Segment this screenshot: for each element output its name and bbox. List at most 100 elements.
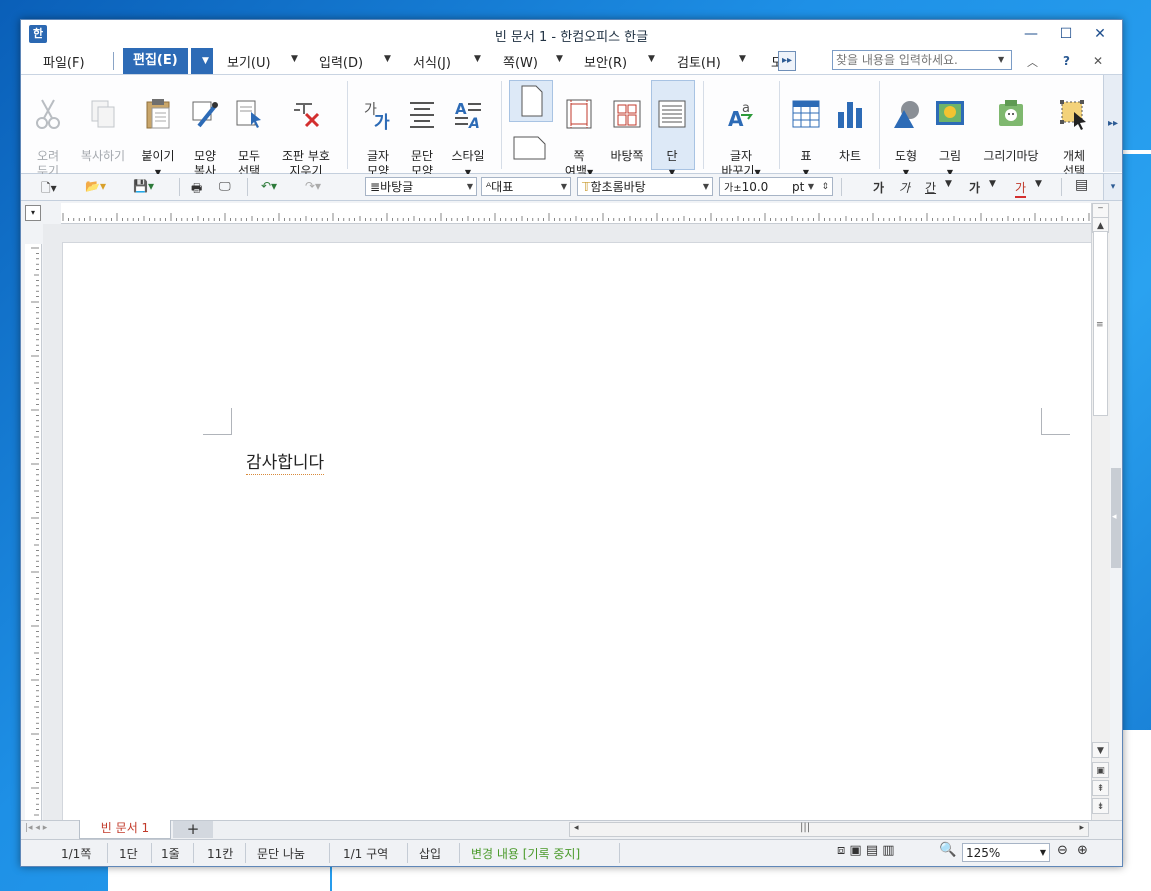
- page-select-icon[interactable]: ▣: [1092, 762, 1109, 778]
- strike-dropdown-icon[interactable]: ▼: [989, 179, 996, 189]
- chart-button[interactable]: 차트: [829, 83, 871, 164]
- char-change-button[interactable]: Aa 글자 바꾸기▼: [711, 83, 771, 180]
- style-select[interactable]: ≣바탕글 ▼: [365, 177, 477, 196]
- prev-page-icon[interactable]: ⇞: [1092, 780, 1109, 796]
- menu-insert-dropdown[interactable]: ▼: [384, 54, 391, 64]
- zoom-select[interactable]: 125% ▼: [962, 843, 1050, 862]
- zoom-icon[interactable]: 🔍: [939, 842, 956, 858]
- font-size-value: 10.0: [741, 180, 769, 194]
- menu-view[interactable]: 보기(U): [227, 52, 271, 71]
- print-icon[interactable]: 🖶: [191, 179, 202, 200]
- status-divider: [329, 843, 330, 863]
- underline-dropdown-icon[interactable]: ▼: [945, 179, 952, 189]
- page-margin-button[interactable]: 쪽 여백▼: [555, 83, 603, 180]
- document-area[interactable]: 감사합니다: [43, 224, 1091, 822]
- menu-page[interactable]: 쪽(W): [503, 52, 538, 71]
- background-page-button[interactable]: 바탕쪽: [603, 83, 651, 164]
- font-select[interactable]: 𝕋함초롬바탕 ▼: [577, 177, 713, 196]
- open-folder-icon[interactable]: 📂▾: [85, 179, 106, 193]
- close-button[interactable]: ✕: [1087, 24, 1113, 44]
- menu-security[interactable]: 보안(R): [584, 52, 627, 71]
- search-dropdown-icon[interactable]: ▼: [998, 55, 1004, 64]
- status-mode[interactable]: 삽입: [419, 845, 441, 862]
- status-page[interactable]: 1/1쪽: [61, 845, 91, 862]
- redo-icon[interactable]: ↷▾: [305, 179, 321, 193]
- menu-security-dropdown[interactable]: ▼: [648, 54, 655, 64]
- ribbon-scroll-right-icon[interactable]: ▸▸: [1103, 75, 1122, 172]
- doc-close-icon[interactable]: ✕: [1093, 54, 1103, 68]
- background-page-label: 바탕쪽: [610, 149, 644, 163]
- undo-icon[interactable]: ↶▾: [261, 179, 277, 193]
- scroll-right-icon[interactable]: ▸: [1079, 823, 1084, 833]
- format-copy-button[interactable]: 모양 복사: [184, 83, 226, 179]
- ribbon-collapse-icon[interactable]: ︿: [1027, 54, 1038, 70]
- menu-file[interactable]: 파일(F): [43, 52, 85, 71]
- menu-view-dropdown[interactable]: ▼: [291, 54, 298, 64]
- maximize-button[interactable]: ☐: [1053, 24, 1079, 44]
- table-button[interactable]: 표 ▼: [785, 83, 827, 180]
- print-preview-icon[interactable]: 🖵: [219, 179, 231, 194]
- page-landscape-button[interactable]: [511, 131, 549, 163]
- horizontal-scrollbar[interactable]: ◂ ||| ▸: [569, 822, 1089, 837]
- menu-insert[interactable]: 입력(D): [319, 52, 363, 71]
- minimize-button[interactable]: —: [1018, 24, 1044, 44]
- strike-button[interactable]: 가: [969, 179, 980, 196]
- menu-more-icon[interactable]: ▸▸: [778, 51, 796, 71]
- text-color-dropdown-icon[interactable]: ▼: [1035, 179, 1042, 189]
- menu-page-dropdown[interactable]: ▼: [556, 54, 563, 64]
- status-track-changes[interactable]: 변경 내용 [기록 중지]: [471, 845, 580, 862]
- style-button[interactable]: AA 스타일 ▼: [445, 83, 491, 180]
- document-tab[interactable]: 빈 문서 1: [79, 820, 171, 839]
- italic-button[interactable]: 가: [899, 179, 910, 196]
- scroll-down-icon[interactable]: ▼: [1092, 742, 1109, 758]
- bold-button[interactable]: 가: [873, 179, 884, 196]
- font-size-input[interactable]: 가±10.0 pt ▼ ⇕: [719, 177, 833, 196]
- scroll-left-icon[interactable]: ◂: [574, 823, 579, 833]
- picture-button[interactable]: 그림 ▼: [929, 83, 971, 180]
- page-portrait-button[interactable]: [509, 80, 553, 122]
- language-select[interactable]: ᴬ대표 ▼: [481, 177, 571, 196]
- zoom-out-icon[interactable]: ⊖: [1057, 843, 1068, 858]
- select-object-button[interactable]: 개체 선택: [1051, 83, 1097, 179]
- document-page[interactable]: 감사합니다: [62, 242, 1091, 822]
- para-shape-button[interactable]: 문단 모양: [401, 83, 443, 179]
- tab-nav-icons[interactable]: |◂ ◂ ▸: [25, 823, 47, 833]
- copy-button[interactable]: 복사하기: [71, 83, 135, 164]
- vertical-ruler[interactable]: [25, 244, 42, 824]
- align-justify-icon[interactable]: ▤: [1075, 177, 1088, 193]
- toolbar-overflow-icon[interactable]: ▾: [1103, 174, 1122, 200]
- document-body-text[interactable]: 감사합니다: [246, 448, 325, 475]
- add-tab-button[interactable]: +: [173, 821, 213, 838]
- delete-marks-button[interactable]: 조판 부호 지우기: [273, 83, 339, 179]
- horizontal-ruler[interactable]: [61, 203, 1091, 224]
- status-col: 11칸: [207, 847, 234, 861]
- text-color-button[interactable]: 가: [1015, 179, 1027, 198]
- view-mode-icons[interactable]: ⧈ ▣ ▤ ▥: [837, 843, 895, 858]
- shape-button[interactable]: 도형 ▼: [885, 83, 927, 180]
- new-document-icon[interactable]: 🗋▾: [41, 179, 57, 200]
- save-icon[interactable]: 💾▾: [133, 179, 154, 193]
- menu-edit[interactable]: 편집(E): [123, 48, 188, 74]
- select-all-button[interactable]: 모두 선택: [228, 83, 270, 179]
- underline-button[interactable]: 간: [925, 179, 936, 196]
- paste-button[interactable]: 붙이기 ▼: [135, 83, 181, 180]
- menu-edit-dropdown[interactable]: ▼: [191, 48, 213, 74]
- next-page-icon[interactable]: ⇟: [1092, 798, 1109, 814]
- style-icon: AA: [455, 100, 481, 130]
- char-shape-button[interactable]: 가가 글자 모양: [357, 83, 399, 179]
- cut-button[interactable]: 오려 두기: [27, 83, 69, 179]
- menu-format-dropdown[interactable]: ▼: [474, 54, 481, 64]
- zoom-in-icon[interactable]: ⊕: [1077, 843, 1088, 858]
- spinner-icon[interactable]: ⇕: [821, 178, 829, 195]
- menu-review-dropdown[interactable]: ▼: [739, 54, 746, 64]
- vertical-scrollbar[interactable]: ‾ ▲ ≡ ▼ ▣ ⇞ ⇟: [1091, 203, 1110, 823]
- search-input[interactable]: [832, 50, 1012, 70]
- side-panel-toggle[interactable]: ◂: [1111, 468, 1121, 568]
- menu-review[interactable]: 검토(H): [677, 52, 721, 71]
- scroll-thumb[interactable]: ≡: [1093, 231, 1108, 416]
- help-icon[interactable]: ?: [1063, 54, 1070, 68]
- menu-format[interactable]: 서식(J): [413, 52, 451, 71]
- char-shape-icon: 가가: [364, 102, 390, 130]
- ruler-corner-button[interactable]: ▾: [25, 205, 41, 221]
- draw-board-button[interactable]: 그리기마당: [973, 83, 1049, 164]
